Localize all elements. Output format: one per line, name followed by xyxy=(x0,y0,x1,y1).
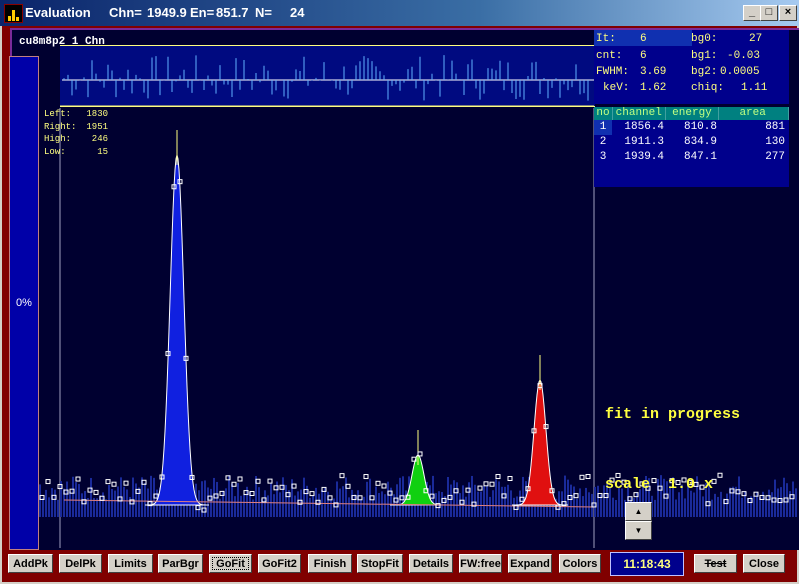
bg1-value: -0.03 xyxy=(727,50,761,62)
col-area: area xyxy=(719,107,789,120)
scale-down-button[interactable]: ▼ xyxy=(625,521,652,540)
scale-text: scale 1.0 x xyxy=(605,476,714,493)
it-label: It: xyxy=(596,33,616,45)
test-button[interactable]: Test xyxy=(694,554,737,573)
data-point xyxy=(507,476,513,482)
addpk-button[interactable]: AddPk xyxy=(8,554,53,573)
limit-low: Low: 15 xyxy=(44,146,108,157)
data-point xyxy=(309,491,315,497)
fwfree-button[interactable]: FW:free xyxy=(459,554,502,573)
expand-button[interactable]: Expand xyxy=(508,554,552,573)
data-point xyxy=(483,481,489,487)
limits-button[interactable]: Limits xyxy=(108,554,153,573)
kev-label: keV: xyxy=(603,82,630,94)
cnt-value: 6 xyxy=(640,50,647,62)
peak-fill-1 xyxy=(145,153,209,506)
data-point xyxy=(477,485,483,491)
data-point xyxy=(489,481,495,487)
table-row[interactable]: 1 1856.4 810.8 881 xyxy=(594,120,789,135)
limits-readout: Left: 1830 Right: 1951 High: 246 Low: 15 xyxy=(44,108,108,158)
data-point xyxy=(363,474,369,480)
data-point xyxy=(93,489,99,495)
delpk-button[interactable]: DelPk xyxy=(59,554,102,573)
fit-status-text: fit in progress xyxy=(605,406,741,423)
finish-button[interactable]: Finish xyxy=(308,554,352,573)
peak-table: no channel energy area 1 1856.4 810.8 881 2… xyxy=(594,107,789,187)
col-channel: channel xyxy=(612,107,666,120)
data-point xyxy=(381,483,387,489)
data-point xyxy=(45,479,51,485)
gofit-button[interactable]: GoFit xyxy=(209,554,252,573)
table-row[interactable]: 2 1911.3 834.9 130 xyxy=(594,135,789,150)
data-point xyxy=(339,473,345,479)
peak-table-header: no channel energy area xyxy=(594,107,789,120)
data-point xyxy=(237,476,243,482)
data-point xyxy=(579,474,585,480)
limit-right: Right: 1951 xyxy=(44,121,108,132)
limit-left: Left: 1830 xyxy=(44,109,108,119)
data-point xyxy=(375,480,381,486)
kev-value: 1.62 xyxy=(640,82,667,94)
colors-button[interactable]: Colors xyxy=(559,554,601,573)
data-point xyxy=(495,474,501,480)
details-button[interactable]: Details xyxy=(409,554,453,573)
data-point xyxy=(111,481,117,487)
data-point xyxy=(123,480,129,486)
limit-high: High: 246 xyxy=(44,134,108,144)
chiq-label: chiq: xyxy=(691,82,725,94)
fwhm-label: FWHM: xyxy=(596,66,630,78)
table-row[interactable]: 3 1939.4 847.1 277 xyxy=(594,150,789,165)
cnt-label: cnt: xyxy=(596,50,623,62)
bg2-value: 0.0005 xyxy=(720,66,760,78)
bg0-value: 27 xyxy=(749,33,763,45)
col-energy: energy xyxy=(665,107,720,120)
peak-fill-3 xyxy=(512,378,568,506)
bg1-label: bg1: xyxy=(691,50,718,62)
gofit2-button[interactable]: GoFit2 xyxy=(258,554,301,573)
stopfit-button[interactable]: StopFit xyxy=(357,554,403,573)
it-value: 6 xyxy=(640,33,647,45)
bg2-label: bg2: xyxy=(691,66,718,78)
fit-parameters-panel: It: 6 cnt: 6 FWHM: 3.69 keV: 1.62 bg0: 2… xyxy=(594,30,789,104)
data-point xyxy=(267,478,273,484)
chiq-value: 1.11 xyxy=(741,82,768,94)
data-point xyxy=(717,472,723,478)
bg0-label: bg0: xyxy=(691,33,718,45)
data-point xyxy=(75,476,81,482)
scale-up-button[interactable]: ▲ xyxy=(625,502,652,521)
col-no: no xyxy=(594,107,613,120)
fwhm-value: 3.69 xyxy=(640,66,667,78)
data-point xyxy=(585,474,591,480)
clock-display: 11:18:43 xyxy=(610,552,684,576)
scale-spinner[interactable]: ▲ ▼ xyxy=(625,502,652,540)
data-point xyxy=(105,479,111,485)
parbgr-button[interactable]: ParBgr xyxy=(158,554,203,573)
close-button[interactable]: Close xyxy=(743,554,785,573)
